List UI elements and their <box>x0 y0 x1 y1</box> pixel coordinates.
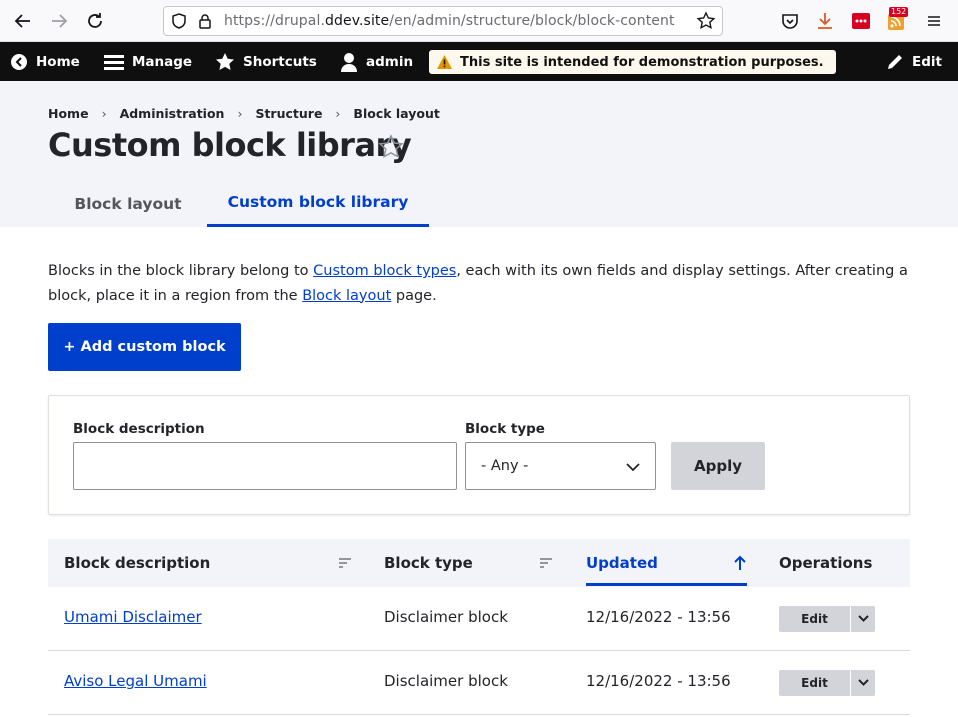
tab-block-layout[interactable]: Block layout <box>48 180 208 227</box>
column-block-type[interactable]: Block type <box>384 539 473 587</box>
address-bar[interactable]: https://drupal.ddev.site/en/admin/struct… <box>163 6 723 36</box>
row-description-link[interactable]: Umami Disclaimer <box>64 608 202 626</box>
toolbar-shortcuts[interactable]: Shortcuts <box>215 42 317 81</box>
drupal-home-icon <box>11 53 27 70</box>
breadcrumb-administration[interactable]: Administration <box>120 106 225 121</box>
page-title: Custom block library <box>48 126 412 164</box>
apply-button[interactable]: Apply <box>671 442 765 490</box>
row-description-link[interactable]: Aviso Legal Umami <box>64 672 207 690</box>
row-block-type: Disclaimer block <box>384 608 508 626</box>
intro-part1: Blocks in the block library belong to <box>48 263 314 279</box>
row-divider <box>48 714 910 715</box>
toolbar-manage-label: Manage <box>132 53 193 70</box>
add-custom-block-button[interactable]: + Add custom block <box>48 323 241 371</box>
toolbar-manage[interactable]: Manage <box>104 42 192 81</box>
bookmark-star-icon[interactable] <box>696 11 716 31</box>
hamburger-menu-icon[interactable] <box>923 10 945 32</box>
row-divider <box>48 650 910 651</box>
block-layout-link[interactable]: Block layout <box>302 288 391 304</box>
sort-icon[interactable] <box>539 556 553 570</box>
shortcut-star-icon[interactable] <box>378 134 404 160</box>
block-type-selected: - Any - <box>481 458 529 474</box>
breadcrumb-home[interactable]: Home <box>48 106 89 121</box>
block-description-input[interactable] <box>73 442 457 490</box>
demo-notice: This site is intended for demonstration … <box>429 50 836 74</box>
breadcrumb-separator: › <box>101 106 107 121</box>
menu-icon <box>104 54 124 70</box>
pocket-icon[interactable] <box>779 10 801 32</box>
lock-icon[interactable] <box>196 12 214 30</box>
toolbar-home-label: Home <box>36 53 80 70</box>
password-manager-icon[interactable] <box>850 10 872 32</box>
breadcrumb-separator: › <box>237 106 243 121</box>
row-edit-button[interactable]: Edit <box>779 606 850 632</box>
notification-badge: 152 <box>889 7 909 17</box>
row-operations-toggle[interactable] <box>850 606 875 632</box>
sort-ascending-arrow-icon[interactable] <box>733 555 747 571</box>
chevron-down-icon <box>858 679 869 686</box>
block-type-label: Block type <box>465 421 545 437</box>
toolbar-shortcuts-label: Shortcuts <box>243 53 317 70</box>
forward-arrow-icon[interactable] <box>46 8 72 34</box>
chevron-down-icon <box>858 615 869 622</box>
chevron-down-icon <box>626 463 640 472</box>
toolbar-user[interactable]: admin <box>340 42 413 81</box>
toolbar-home[interactable]: Home <box>10 42 80 81</box>
breadcrumb-separator: › <box>335 106 341 121</box>
column-block-description[interactable]: Block description <box>64 539 210 587</box>
breadcrumb-block-layout[interactable]: Block layout <box>353 106 439 121</box>
column-updated[interactable]: Updated <box>586 539 658 587</box>
row-block-type: Disclaimer block <box>384 672 508 690</box>
toolbar-edit[interactable]: Edit <box>886 42 942 81</box>
row-edit-button[interactable]: Edit <box>779 670 850 696</box>
column-operations: Operations <box>779 554 873 572</box>
breadcrumb-structure[interactable]: Structure <box>255 106 322 121</box>
custom-block-types-link[interactable]: Custom block types <box>313 263 456 279</box>
toolbar-edit-label: Edit <box>912 53 942 70</box>
back-arrow-icon[interactable] <box>10 8 36 34</box>
reload-icon[interactable] <box>82 8 108 34</box>
sort-icon[interactable] <box>338 556 352 570</box>
sorted-column-indicator <box>586 583 747 586</box>
shield-icon[interactable] <box>170 12 188 30</box>
pencil-icon <box>888 54 902 69</box>
demo-notice-text: This site is intended for demonstration … <box>460 54 824 70</box>
row-operations-toggle[interactable] <box>850 670 875 696</box>
download-icon[interactable] <box>814 10 836 32</box>
row-updated: 12/16/2022 - 13:56 <box>586 608 731 626</box>
breadcrumb: Home › Administration › Structure › Bloc… <box>48 106 440 121</box>
url-text[interactable]: https://drupal.ddev.site/en/admin/struct… <box>224 13 675 29</box>
row-updated: 12/16/2022 - 13:56 <box>586 672 731 690</box>
block-description-label: Block description <box>73 421 205 437</box>
intro-text: Blocks in the block library belong to Cu… <box>48 259 918 308</box>
star-icon <box>216 52 234 70</box>
toolbar-user-label: admin <box>366 53 414 70</box>
browser-toolbar: https://drupal.ddev.site/en/admin/struct… <box>0 0 958 42</box>
warning-icon <box>437 55 452 69</box>
intro-part3: page. <box>391 287 437 304</box>
block-type-select[interactable]: - Any - <box>465 442 656 490</box>
tab-custom-block-library[interactable]: Custom block library <box>207 180 429 227</box>
user-icon <box>341 52 357 72</box>
